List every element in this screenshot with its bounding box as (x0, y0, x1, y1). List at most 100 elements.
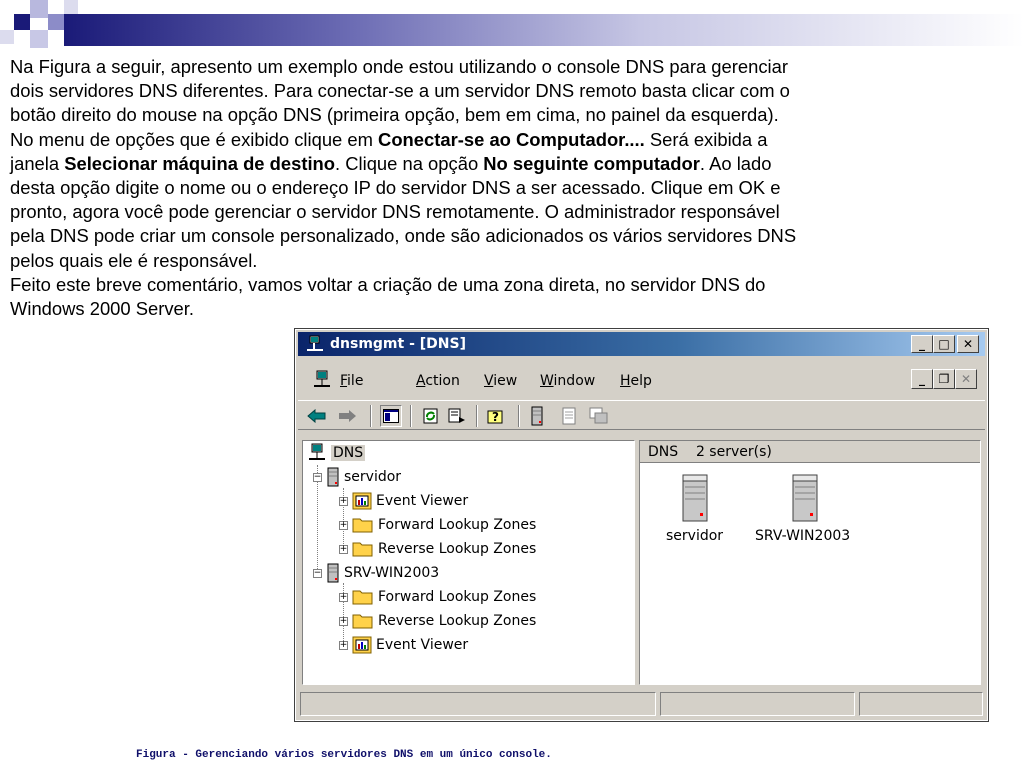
status-cell (859, 692, 983, 716)
text-line: pela DNS pode criar um console personali… (10, 225, 797, 247)
forward-arrow-icon (339, 410, 356, 422)
tree-label: Reverse Lookup Zones (378, 541, 537, 557)
status-cell (660, 692, 855, 716)
decor-square (14, 14, 30, 30)
event-viewer-icon (352, 636, 372, 654)
text-span: Será exibida a (644, 128, 768, 150)
document-icon (562, 407, 576, 425)
accel-key: H (620, 373, 631, 389)
toolbar-separator (370, 405, 372, 427)
tree-item-server[interactable]: − servidor (313, 466, 401, 488)
child-minimize-button[interactable]: _ (911, 369, 933, 389)
text-span: No menu de opções que é exibido clique e… (10, 128, 379, 150)
back-arrow-icon (307, 409, 326, 423)
server-label[interactable]: SRV-WIN2003 (755, 528, 850, 544)
tree-label: DNS (331, 445, 366, 461)
toolbar-separator (518, 405, 520, 427)
title-bar[interactable]: dnsmgmt - [DNS] _ □ ✕ (298, 332, 985, 356)
tree-item-reverse-zones[interactable]: + Reverse Lookup Zones (339, 538, 536, 560)
tree-item-forward-zones[interactable]: + Forward Lookup Zones (339, 514, 536, 536)
maximize-button[interactable]: □ (933, 335, 955, 353)
tree-item-event-viewer[interactable]: + Event Viewer (339, 634, 468, 656)
bold-term: No seguinte computador (483, 152, 700, 174)
header-gradient-bar (64, 14, 1024, 46)
details-pane[interactable]: DNS 2 server(s) servidor SRV-WIN2003 (639, 440, 981, 685)
windows-icon (589, 407, 608, 424)
show-hide-tree-button[interactable] (380, 405, 402, 427)
collapse-icon[interactable]: − (313, 472, 322, 482)
menu-action[interactable]: Action (416, 373, 460, 389)
console-tree-pane[interactable]: DNS − servidor + Event Viewer + Forward … (302, 440, 635, 685)
toolbar-separator (410, 405, 412, 427)
help-button[interactable]: ? (486, 405, 508, 427)
tree-item-forward-zones[interactable]: + Forward Lookup Zones (339, 586, 536, 608)
back-button[interactable] (306, 405, 328, 427)
close-button[interactable]: ✕ (957, 335, 979, 353)
collapse-icon[interactable]: − (313, 568, 322, 578)
server-icon (531, 406, 543, 426)
server-icon (327, 467, 339, 487)
text-line: pelos quais ele é responsável. (10, 249, 258, 271)
tree-item-dns[interactable]: DNS (307, 442, 366, 464)
expand-icon[interactable]: + (339, 616, 348, 626)
network-computer-icon (309, 443, 325, 460)
forward-button[interactable] (336, 405, 358, 427)
menu-label: iew (493, 373, 518, 389)
server-large-icon[interactable] (790, 473, 820, 527)
new-window-button[interactable] (588, 405, 610, 427)
restore-icon: ❐ (938, 372, 950, 386)
menu-bar: File Action View Window Help _ ❐ ✕ (298, 368, 985, 394)
menu-file[interactable]: File (340, 373, 363, 389)
export-list-button[interactable] (446, 405, 468, 427)
properties-button[interactable] (558, 405, 580, 427)
folder-icon (352, 590, 373, 605)
minimize-icon: _ (919, 337, 925, 351)
decor-square (48, 14, 64, 30)
menu-label: indow (553, 373, 596, 389)
minimize-button[interactable]: _ (911, 335, 933, 353)
tree-label: Forward Lookup Zones (378, 517, 537, 533)
console-tree-icon (383, 409, 399, 423)
expand-icon[interactable]: + (339, 592, 348, 602)
tree-item-reverse-zones[interactable]: + Reverse Lookup Zones (339, 610, 536, 632)
tree-item-event-viewer[interactable]: + Event Viewer (339, 490, 468, 512)
child-close-button[interactable]: ✕ (955, 369, 977, 389)
refresh-button[interactable] (420, 405, 442, 427)
tree-label: Reverse Lookup Zones (378, 613, 537, 629)
expand-icon[interactable]: + (339, 640, 348, 650)
text-line: pronto, agora você pode gerenciar o serv… (10, 201, 780, 223)
body-paragraph: Na Figura a seguir, apresento um exemplo… (10, 55, 1000, 321)
server-label[interactable]: servidor (666, 528, 723, 544)
server-icon (327, 563, 339, 583)
folder-icon (352, 518, 373, 533)
text-line: Windows 2000 Server. (10, 298, 194, 320)
tree-item-srv-win2003[interactable]: − SRV-WIN2003 (313, 562, 439, 584)
menu-view[interactable]: View (484, 373, 517, 389)
details-header: DNS 2 server(s) (640, 441, 980, 463)
server-large-icon[interactable] (680, 473, 710, 527)
folder-icon (352, 614, 373, 629)
maximize-icon: □ (938, 337, 950, 351)
accel-key: F (340, 373, 348, 389)
minimize-icon: _ (919, 372, 925, 386)
window-title: dnsmgmt - [DNS] (330, 336, 466, 352)
bold-term: Conectar-se ao Computador.... (378, 128, 645, 150)
text-line: Feito este breve comentário, vamos volta… (10, 273, 766, 295)
text-line: desta opção digite o nome ou o endereço … (10, 177, 781, 199)
text-span: . Ao lado (699, 152, 772, 174)
menu-help[interactable]: Help (620, 373, 652, 389)
help-icon: ? (487, 410, 503, 424)
child-restore-button[interactable]: ❐ (933, 369, 955, 389)
expand-icon[interactable]: + (339, 544, 348, 554)
text-line: janela Selecionar máquina de destino. Cl… (10, 152, 1000, 176)
network-computer-icon (306, 335, 324, 357)
tree-label: SRV-WIN2003 (344, 565, 440, 581)
close-icon: ✕ (962, 337, 974, 351)
menu-window[interactable]: Window (540, 373, 595, 389)
accel-key: V (484, 373, 494, 389)
text-line: No menu de opções que é exibido clique e… (10, 128, 1000, 152)
expand-icon[interactable]: + (339, 496, 348, 506)
status-cell (300, 692, 656, 716)
expand-icon[interactable]: + (339, 520, 348, 530)
server-button[interactable] (526, 405, 548, 427)
